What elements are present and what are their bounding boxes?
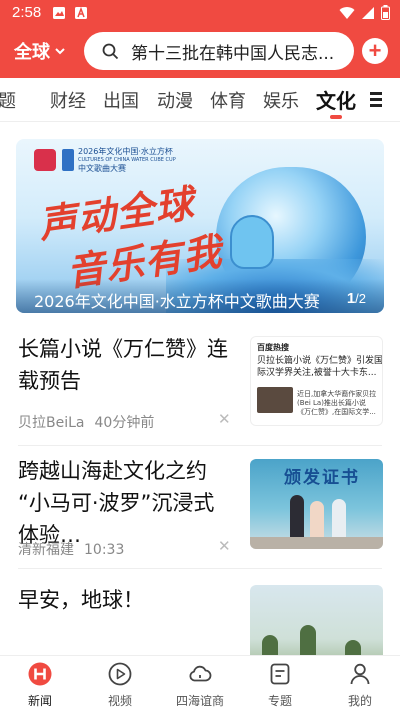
- list-divider: [18, 568, 382, 569]
- news-thumbnail[interactable]: 百度热搜 贝拉长篇小说《万仁赞》引发国 际汉学界关注,被誉十大卡东... 近日,…: [250, 336, 383, 426]
- gallery-icon: [53, 7, 65, 19]
- region-label: 全球: [14, 42, 50, 63]
- thumb-photo: [257, 387, 293, 413]
- thumb-ground: [250, 537, 383, 549]
- search-bar[interactable]: 第十三批在韩中国人民志...: [84, 32, 354, 70]
- tab-finance[interactable]: 财经: [50, 87, 86, 113]
- news-title[interactable]: 早安，地球！: [18, 584, 228, 616]
- news-thumbnail[interactable]: [250, 585, 383, 655]
- news-home-icon: [28, 662, 52, 686]
- status-time: 2:58: [12, 4, 42, 21]
- thumb-tree: [345, 640, 361, 655]
- tab-entertainment[interactable]: 娱乐: [263, 87, 299, 113]
- nav-news[interactable]: 新闻: [0, 656, 80, 711]
- thumb-brand: 百度热搜: [257, 343, 289, 352]
- wifi-icon: [339, 6, 355, 19]
- thumb-tree: [300, 625, 316, 655]
- add-button[interactable]: +: [362, 38, 388, 64]
- profile-icon: [350, 663, 370, 685]
- chevron-down-icon: [55, 48, 65, 55]
- tab-culture[interactable]: 文化: [316, 85, 356, 114]
- nav-topics[interactable]: 专题: [240, 656, 320, 711]
- channel-tabs: 题 财经 出国 动漫 体育 娱乐 文化: [0, 78, 400, 122]
- region-selector[interactable]: 全球: [14, 38, 66, 64]
- nav-label: 视频: [107, 694, 132, 708]
- banner-mascot: [230, 215, 274, 269]
- news-title[interactable]: 跨越山海赴文化之约 “小马可·波罗”沉浸式体验…: [18, 455, 228, 551]
- thumb-small-text: 《万仁赞》,在国际文学...: [297, 408, 376, 416]
- dismiss-icon[interactable]: ✕: [218, 537, 231, 555]
- app-header: 2:58 全球 第十三批在韩中国人民志... +: [0, 0, 400, 78]
- banner-pager: 1/2: [347, 290, 366, 307]
- nav-label: 我的: [347, 694, 372, 708]
- news-title[interactable]: 长篇小说《万仁赞》连载预告: [18, 333, 228, 397]
- thumb-banner-text: 颁发证书: [284, 468, 360, 488]
- news-item[interactable]: 跨越山海赴文化之约 “小马可·波罗”沉浸式体验… 清新福建 10:33 ✕ 颁发证…: [0, 447, 400, 565]
- news-thumbnail[interactable]: 颁发证书: [250, 459, 383, 549]
- thumb-person: [290, 495, 304, 539]
- dismiss-icon[interactable]: ✕: [218, 410, 231, 428]
- thumb-person: [332, 499, 346, 539]
- news-item[interactable]: 早安，地球！: [0, 570, 400, 655]
- banner-caption: 2026年文化中国·水立方杯中文歌曲大赛: [34, 292, 320, 311]
- active-tab-indicator: [330, 115, 342, 119]
- banner-logo-secondary-icon: [62, 149, 74, 171]
- nav-business[interactable]: 四海谊商: [160, 656, 240, 711]
- nav-label: 新闻: [27, 694, 52, 708]
- banner-page-current: 1: [346, 290, 356, 307]
- search-hot-text: 第十三批在韩中国人民志...: [131, 43, 335, 64]
- search-icon: [102, 43, 119, 59]
- tab-anime[interactable]: 动漫: [157, 87, 193, 113]
- news-meta: 清新福建 10:33: [18, 539, 124, 559]
- nav-profile[interactable]: 我的: [320, 656, 400, 711]
- topic-list-icon: [270, 663, 290, 685]
- tab-sports[interactable]: 体育: [210, 87, 246, 113]
- bottom-nav: 新闻 视频 四海谊商 专题 我的: [0, 655, 400, 711]
- news-meta: 贝拉BeiLa 40分钟前: [18, 412, 154, 432]
- banner-org-line2: CULTURES OF CHINA WATER CUBE CUP: [78, 157, 176, 163]
- status-right: [339, 5, 390, 20]
- news-time: 40分钟前: [94, 415, 155, 431]
- banner-org-line1: 2026年文化中国·水立方杯: [78, 147, 173, 156]
- thumb-tree: [262, 635, 278, 655]
- nav-video[interactable]: 视频: [80, 656, 160, 711]
- news-source: 贝拉BeiLa: [18, 415, 85, 431]
- tab-partial[interactable]: 题: [0, 87, 16, 113]
- list-divider: [18, 445, 382, 446]
- banner-logo-icon: [34, 149, 56, 171]
- nav-label: 四海谊商: [175, 694, 224, 708]
- banner-page-total: /2: [355, 291, 366, 306]
- thumb-line: 贝拉长篇小说《万仁赞》引发国: [257, 356, 383, 366]
- cloud-icon: [189, 665, 212, 682]
- play-icon: [108, 662, 132, 686]
- status-bar: 2:58: [0, 0, 400, 26]
- banner-org-line3: 中文歌曲大赛: [78, 164, 126, 173]
- news-time: 10:33: [84, 542, 125, 558]
- thumb-person: [310, 501, 324, 539]
- tab-abroad[interactable]: 出国: [103, 87, 139, 113]
- news-item[interactable]: 长篇小说《万仁赞》连载预告 贝拉BeiLa 40分钟前 ✕ 百度热搜 贝拉长篇小说…: [0, 325, 400, 441]
- featured-banner[interactable]: 2026年文化中国·水立方杯 CULTURES OF CHINA WATER C…: [16, 139, 384, 313]
- signal-icon: [362, 6, 374, 19]
- nav-label: 专题: [267, 694, 292, 708]
- battery-icon: [381, 5, 390, 20]
- thumb-line: 际汉学界关注,被誉十大卡东...: [257, 368, 377, 378]
- app-notification-icon: [75, 6, 87, 19]
- banner-organizer: 2026年文化中国·水立方杯 CULTURES OF CHINA WATER C…: [78, 147, 176, 174]
- channel-menu-icon[interactable]: [370, 92, 382, 110]
- news-source: 清新福建: [18, 542, 74, 558]
